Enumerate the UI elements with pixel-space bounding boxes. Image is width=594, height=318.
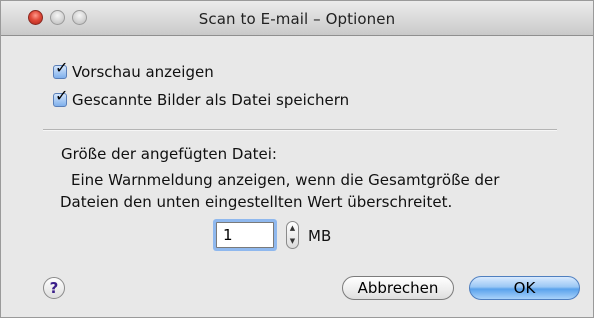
title-bar: Scan to E-mail – Optionen bbox=[1, 1, 593, 36]
stepper-up-icon[interactable]: ▲ bbox=[287, 222, 298, 235]
preview-checkbox[interactable]: ✓ bbox=[53, 60, 68, 79]
preview-option[interactable]: ✓ Vorschau anzeigen bbox=[53, 60, 214, 81]
save-as-file-label[interactable]: Gescannte Bilder als Datei speichern bbox=[72, 91, 349, 109]
separator bbox=[43, 129, 557, 131]
options-dialog: Scan to E-mail – Optionen ✓ Vorschau anz… bbox=[0, 0, 594, 318]
help-button[interactable]: ? bbox=[43, 277, 65, 299]
checkmark-icon: ✓ bbox=[55, 58, 69, 77]
dialog-content: ✓ Vorschau anzeigen ✓ Gescannte Bilder a… bbox=[1, 36, 593, 317]
checkmark-icon: ✓ bbox=[55, 86, 69, 105]
warning-description-line2: Dateien den unten eingestellten Wert übe… bbox=[60, 193, 453, 211]
window-title: Scan to E-mail – Optionen bbox=[198, 10, 396, 28]
preview-label[interactable]: Vorschau anzeigen bbox=[72, 63, 214, 81]
size-unit-label: MB bbox=[308, 227, 332, 245]
size-limit-stepper[interactable]: ▲ ▼ bbox=[286, 221, 299, 249]
save-as-file-option[interactable]: ✓ Gescannte Bilder als Datei speichern bbox=[53, 88, 349, 109]
attachment-size-heading: Größe der angefügten Datei: bbox=[61, 145, 277, 163]
save-as-file-checkbox[interactable]: ✓ bbox=[53, 88, 68, 107]
size-limit-input[interactable]: 1 bbox=[216, 222, 274, 248]
cancel-button[interactable]: Abbrechen bbox=[342, 276, 454, 300]
stepper-down-icon[interactable]: ▼ bbox=[287, 235, 298, 248]
warning-description-line1: Eine Warnmeldung anzeigen, wenn die Gesa… bbox=[71, 171, 500, 189]
ok-button[interactable]: OK bbox=[469, 276, 580, 300]
